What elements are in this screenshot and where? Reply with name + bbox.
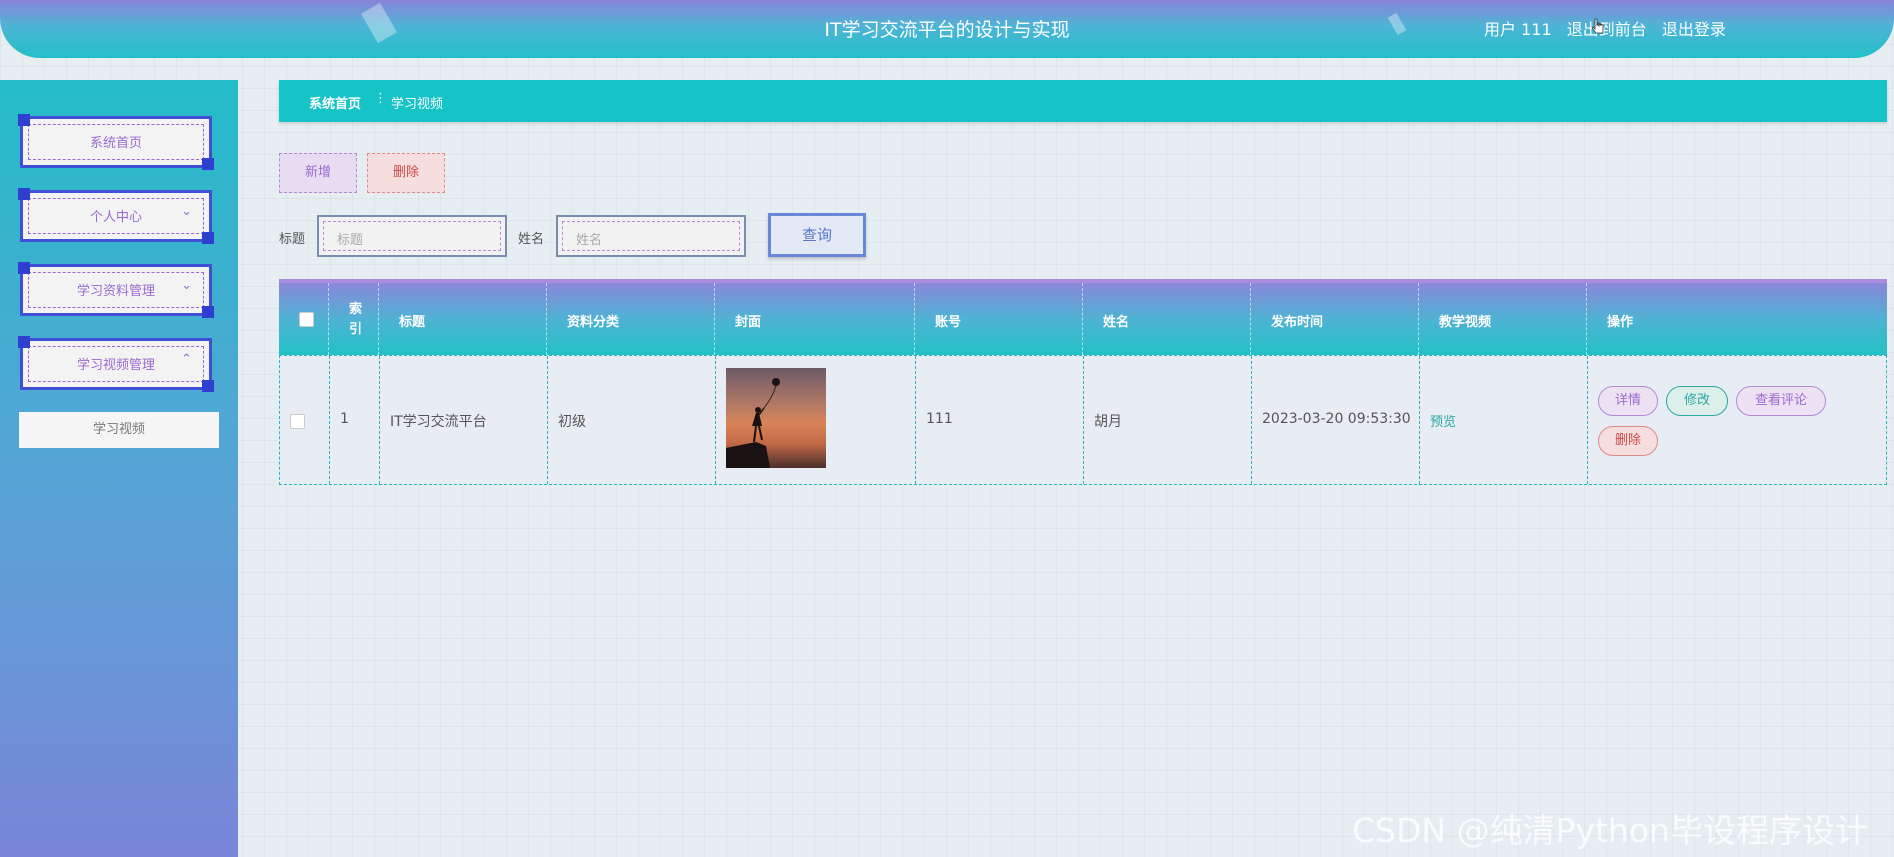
cell-category: 初级 — [548, 356, 716, 484]
corner-decoration — [202, 306, 214, 318]
input-placeholder: 姓名 — [576, 233, 603, 248]
user-area: 用户 111 退出到前台 退出登录 — [1484, 16, 1736, 40]
name-search-input[interactable]: 姓名 — [556, 215, 746, 257]
row-checkbox[interactable] — [290, 414, 305, 429]
cell-account: 111 — [916, 356, 1084, 484]
add-button[interactable]: 新增 — [279, 153, 357, 193]
exit-to-front-link[interactable]: 退出到前台 — [1567, 20, 1647, 39]
chevron-down-icon: ⌄ — [181, 204, 192, 219]
header-category: 资料分类 — [547, 283, 715, 355]
corner-decoration — [202, 232, 214, 244]
query-button[interactable]: 查询 — [768, 213, 866, 257]
breadcrumb-separator-icon: ⋮ — [374, 91, 387, 106]
top-header: IT学习交流平台的设计与实现 用户 111 退出到前台 退出登录 — [0, 0, 1894, 58]
edit-button[interactable]: 修改 — [1666, 386, 1728, 416]
cell-index: 1 — [330, 356, 380, 484]
title-search-input[interactable]: 标题 — [317, 215, 507, 257]
header-account: 账号 — [915, 283, 1083, 355]
header-name: 姓名 — [1083, 283, 1251, 355]
cover-image[interactable] — [726, 368, 826, 468]
sidebar-item-video-management[interactable]: 学习视频管理 ⌃ — [18, 336, 214, 392]
preview-link[interactable]: 预览 — [1430, 411, 1456, 430]
title-filter-label: 标题 — [279, 232, 306, 247]
sidebar-item-material-management[interactable]: 学习资料管理 ⌄ — [18, 262, 214, 318]
cell-video: 预览 — [1420, 356, 1588, 484]
corner-decoration — [18, 188, 30, 200]
sidebar-item-home[interactable]: 系统首页 — [18, 114, 214, 170]
table-header: 索引 标题 资料分类 封面 账号 姓名 发布时间 教学视频 操作 — [279, 283, 1887, 355]
watermark: CSDN @纯清Python毕设程序设计 — [1352, 811, 1868, 850]
username: 用户 111 — [1484, 20, 1552, 39]
select-all-checkbox[interactable] — [299, 312, 314, 327]
corner-decoration — [18, 336, 30, 348]
logout-link[interactable]: 退出登录 — [1662, 20, 1726, 39]
corner-decoration — [18, 114, 30, 126]
detail-button[interactable]: 详情 — [1598, 386, 1658, 416]
cell-title: IT学习交流平台 — [380, 356, 548, 484]
header-index: 索引 — [329, 283, 379, 355]
cell-cover — [716, 356, 916, 484]
header-actions: 操作 — [1607, 315, 1634, 330]
view-comments-button[interactable]: 查看评论 — [1736, 386, 1826, 416]
data-table: 索引 标题 资料分类 封面 账号 姓名 发布时间 教学视频 操作 1 IT学习交… — [279, 279, 1887, 485]
corner-decoration — [202, 158, 214, 170]
header-cover: 封面 — [715, 283, 915, 355]
header-select-all — [279, 283, 329, 355]
cell-name: 胡月 — [1084, 356, 1252, 484]
chevron-up-icon: ⌃ — [181, 352, 192, 367]
corner-decoration — [18, 262, 30, 274]
corner-decoration — [202, 380, 214, 392]
breadcrumb: 系统首页 ⋮ 学习视频 — [279, 80, 1887, 122]
cell-select — [280, 356, 330, 484]
girl-with-balloon-image — [726, 378, 780, 468]
mouse-cursor-icon — [1592, 18, 1604, 34]
sidebar: 系统首页 个人中心 ⌄ 学习资料管理 ⌄ 学习视频管理 ⌃ 学习视频 — [0, 80, 238, 857]
chevron-down-icon: ⌄ — [181, 278, 192, 293]
row-delete-button[interactable]: 删除 — [1598, 426, 1658, 456]
batch-delete-button[interactable]: 删除 — [367, 153, 445, 193]
input-placeholder: 标题 — [337, 233, 364, 248]
cell-actions: 详情 修改 查看评论 删除 — [1588, 356, 1886, 484]
cell-publish-time: 2023-03-20 09:53:30 — [1252, 356, 1420, 484]
submenu-item-study-video[interactable]: 学习视频 — [19, 412, 219, 448]
name-filter-label: 姓名 — [518, 232, 545, 247]
header-title: 标题 — [379, 283, 547, 355]
breadcrumb-home[interactable]: 系统首页 — [309, 93, 361, 112]
table-row: 1 IT学习交流平台 初级 111 胡月 2023-03-20 09:53:30… — [279, 355, 1887, 485]
breadcrumb-current: 学习视频 — [391, 97, 444, 112]
header-video: 教学视频 — [1419, 283, 1587, 355]
sidebar-item-label: 系统首页 — [89, 136, 142, 151]
sidebar-item-personal-center[interactable]: 个人中心 ⌄ — [18, 188, 214, 244]
header-publish-time: 发布时间 — [1251, 283, 1419, 355]
